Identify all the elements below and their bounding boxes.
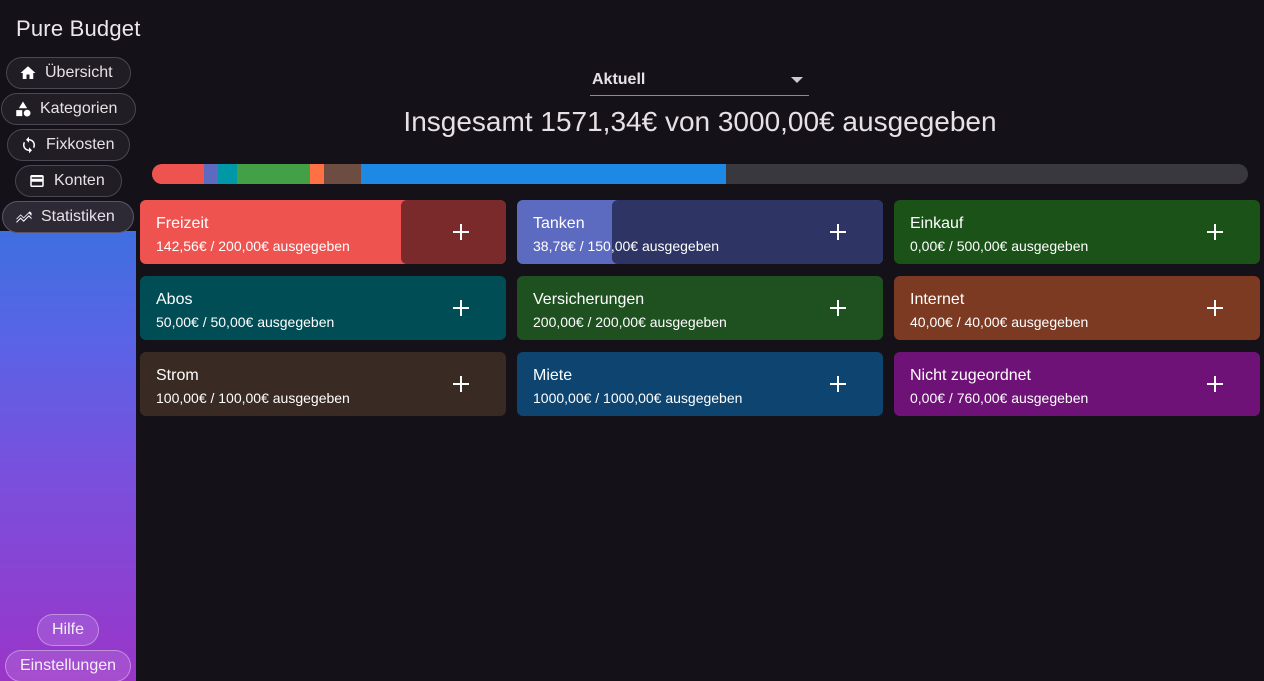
nav-label-kategorien: Kategorien xyxy=(40,100,118,117)
wallet-icon xyxy=(30,175,44,187)
plus-icon xyxy=(830,376,846,392)
add-expense-button[interactable] xyxy=(825,293,851,323)
category-amount: 100,00€ / 100,00€ ausgegeben xyxy=(156,390,350,406)
add-expense-button[interactable] xyxy=(1202,217,1228,247)
plus-icon xyxy=(453,376,469,392)
category-name: Nicht zugeordnet xyxy=(910,367,1031,384)
progress-segment-freizeit xyxy=(152,164,205,184)
app-window: Pure Budget Übersicht Kategorien Fixkost… xyxy=(0,0,1264,681)
sync-icon xyxy=(23,136,35,154)
add-expense-button[interactable] xyxy=(1202,369,1228,399)
progress-segment-miete xyxy=(360,164,727,184)
period-select[interactable]: Aktuell xyxy=(590,66,809,96)
shapes-icon xyxy=(16,101,31,117)
category-name: Einkauf xyxy=(910,215,964,232)
progress-segment-versicherungen xyxy=(236,164,310,184)
category-card-abos[interactable]: Abos 50,00€ / 50,00€ ausgegeben xyxy=(140,276,506,340)
plus-icon xyxy=(453,300,469,316)
category-card-internet[interactable]: Internet 40,00€ / 40,00€ ausgegeben xyxy=(894,276,1260,340)
budget-progress-bar xyxy=(152,164,1248,184)
category-amount: 40,00€ / 40,00€ ausgegeben xyxy=(910,314,1089,330)
settings-button[interactable]: Einstellungen xyxy=(5,650,131,681)
category-card-versicherungen[interactable]: Versicherungen 200,00€ / 200,00€ ausgegeb… xyxy=(517,276,883,340)
plus-icon xyxy=(830,224,846,240)
add-expense-button[interactable] xyxy=(825,369,851,399)
nav-button-konten[interactable]: Konten xyxy=(15,165,122,197)
category-name: Miete xyxy=(533,367,573,384)
category-amount: 200,00€ / 200,00€ ausgegeben xyxy=(533,314,727,330)
plus-icon xyxy=(1207,376,1223,392)
home-icon xyxy=(20,66,36,79)
nav-button-uebersicht[interactable]: Übersicht xyxy=(6,57,131,89)
category-name: Freizeit xyxy=(156,215,209,232)
period-select-value: Aktuell xyxy=(592,70,646,88)
help-button[interactable]: Hilfe xyxy=(37,614,99,646)
nav-button-statistiken[interactable]: Statistiken xyxy=(2,201,134,233)
category-name: Strom xyxy=(156,367,199,384)
plus-icon xyxy=(1207,300,1223,316)
category-name: Versicherungen xyxy=(533,291,645,308)
nav-button-fixkosten[interactable]: Fixkosten xyxy=(7,129,130,161)
chart-icon xyxy=(16,211,32,223)
category-card-miete[interactable]: Miete 1000,00€ / 1000,00€ ausgegeben xyxy=(517,352,883,416)
add-expense-button[interactable] xyxy=(448,369,474,399)
plus-icon xyxy=(830,300,846,316)
progress-segment-internet xyxy=(309,164,325,184)
category-card-strom[interactable]: Strom 100,00€ / 100,00€ ausgegeben xyxy=(140,352,506,416)
plus-icon xyxy=(1207,224,1223,240)
sidebar: Pure Budget Übersicht Kategorien Fixkost… xyxy=(0,0,140,681)
category-card-freizeit[interactable]: Freizeit 142,56€ / 200,00€ ausgegeben xyxy=(140,200,506,264)
nav-label-statistiken: Statistiken xyxy=(41,208,115,225)
progress-segment-strom xyxy=(324,164,361,184)
add-expense-button[interactable] xyxy=(448,293,474,323)
category-amount: 0,00€ / 500,00€ ausgegeben xyxy=(910,238,1089,254)
category-amount: 142,56€ / 200,00€ ausgegeben xyxy=(156,238,350,254)
category-name: Abos xyxy=(156,291,193,308)
add-expense-button[interactable] xyxy=(825,217,851,247)
dropdown-arrow-icon xyxy=(791,76,803,83)
category-name: Internet xyxy=(910,291,965,308)
category-card-tanken[interactable]: Tanken 38,78€ / 150,00€ ausgegeben xyxy=(517,200,883,264)
category-card-einkauf[interactable]: Einkauf 0,00€ / 500,00€ ausgegeben xyxy=(894,200,1260,264)
nav-label-konten: Konten xyxy=(54,172,105,189)
nav-button-kategorien[interactable]: Kategorien xyxy=(1,93,136,125)
add-expense-button[interactable] xyxy=(448,217,474,247)
category-amount: 50,00€ / 50,00€ ausgegeben xyxy=(156,314,335,330)
category-amount: 0,00€ / 760,00€ ausgegeben xyxy=(910,390,1089,406)
category-card-nicht-zugeordnet[interactable]: Nicht zugeordnet 0,00€ / 760,00€ ausgegeb… xyxy=(894,352,1260,416)
progress-segment-abos xyxy=(218,164,237,184)
category-amount: 1000,00€ / 1000,00€ ausgegeben xyxy=(533,390,743,406)
plus-icon xyxy=(453,224,469,240)
category-amount: 38,78€ / 150,00€ ausgegeben xyxy=(533,238,720,254)
app-title: Pure Budget xyxy=(16,16,141,41)
spending-summary: Insgesamt 1571,34€ von 3000,00€ ausgegeb… xyxy=(403,106,997,137)
category-name: Tanken xyxy=(533,215,585,232)
progress-segment-tanken xyxy=(204,164,219,184)
add-expense-button[interactable] xyxy=(1202,293,1228,323)
nav-label-uebersicht: Übersicht xyxy=(45,64,113,81)
nav-label-fixkosten: Fixkosten xyxy=(46,136,115,153)
